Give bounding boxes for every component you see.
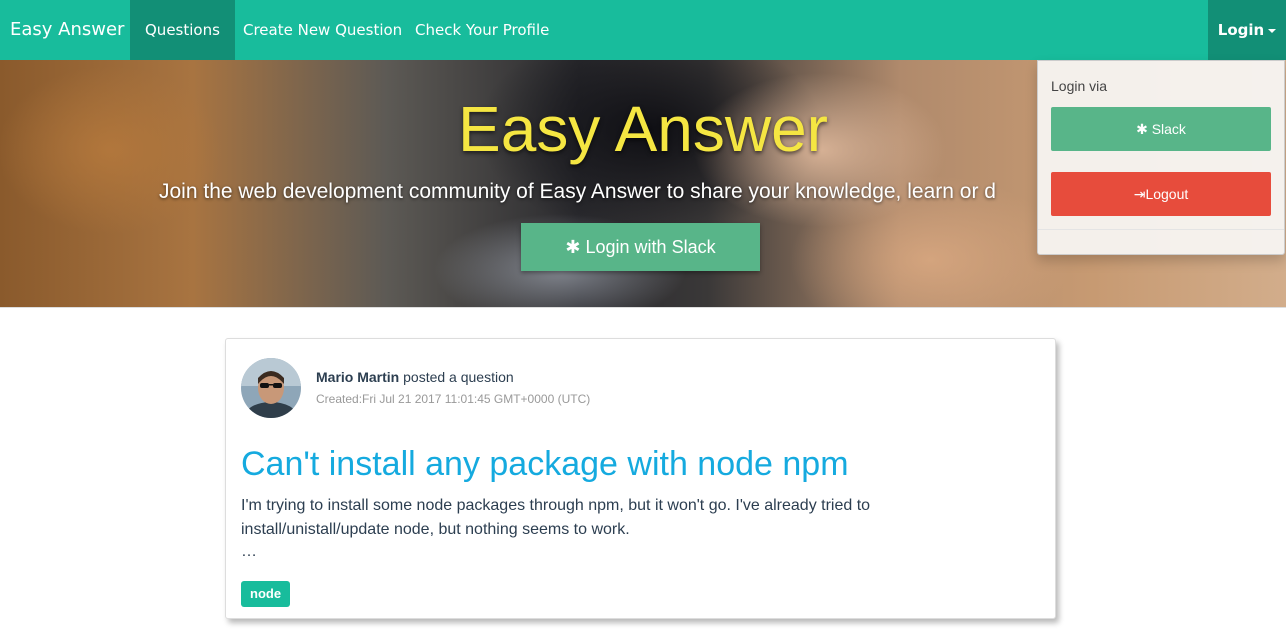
login-label: Login	[1217, 21, 1265, 39]
login-with-slack-label: Login with Slack	[585, 237, 716, 257]
poster-line: Mario Martin posted a question	[316, 369, 514, 385]
login-via-label: Login via	[1051, 78, 1108, 94]
caret-down-icon	[1268, 28, 1277, 33]
gear-icon: ✱	[565, 237, 581, 257]
question-title-link[interactable]: Can't install any package with node npm	[241, 445, 849, 484]
login-dropdown-menu: Login via ✱ Slack ⇥Logout	[1037, 60, 1285, 255]
gear-icon: ✱	[1136, 121, 1148, 137]
logout-label: Logout	[1145, 186, 1189, 202]
question-card: Mario Martin posted a question Created:F…	[225, 338, 1056, 619]
created-timestamp: Created:Fri Jul 21 2017 11:01:45 GMT+000…	[316, 392, 591, 406]
logout-button[interactable]: ⇥Logout	[1051, 172, 1271, 216]
tag-node[interactable]: node	[241, 581, 291, 607]
brand-link[interactable]: Easy Answer	[0, 0, 134, 60]
nav-check-profile[interactable]: Check Your Profile	[400, 0, 564, 60]
slack-login-button[interactable]: ✱ Slack	[1051, 107, 1271, 151]
nav-create-question[interactable]: Create New Question	[228, 0, 417, 60]
slack-label: Slack	[1151, 121, 1186, 137]
login-with-slack-button[interactable]: ✱ Login with Slack	[521, 223, 760, 271]
navbar: Easy Answer Questions Create New Questio…	[0, 0, 1286, 60]
sign-out-icon: ⇥	[1133, 186, 1146, 202]
avatar	[241, 358, 301, 418]
hero-subtitle: Join the web development community of Ea…	[159, 180, 996, 203]
posted-action: posted a question	[399, 369, 514, 385]
dropdown-divider	[1038, 229, 1284, 230]
login-dropdown-toggle[interactable]: Login	[1208, 0, 1286, 60]
nav-questions[interactable]: Questions	[130, 0, 235, 60]
question-ellipsis: …	[241, 543, 257, 560]
author-name[interactable]: Mario Martin	[316, 369, 399, 385]
question-excerpt: I'm trying to install some node packages…	[241, 497, 871, 538]
